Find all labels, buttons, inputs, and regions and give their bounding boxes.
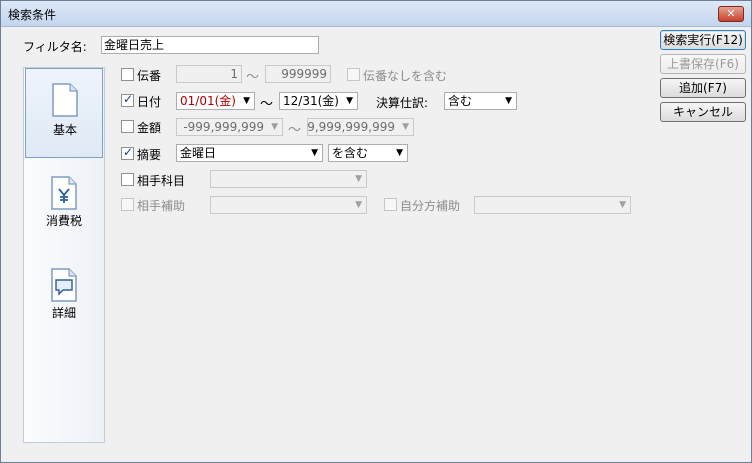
yen-page-icon [51, 176, 77, 210]
amount-checkbox[interactable] [121, 120, 134, 133]
filter-name-label: フィルタ名: [23, 40, 87, 54]
chevron-down-icon: ▼ [355, 200, 362, 210]
date-to-value: 12/31(金) [283, 94, 339, 108]
chevron-down-icon: ▼ [243, 96, 250, 106]
chevron-down-icon: ▼ [396, 148, 403, 158]
search-execute-button[interactable]: 検索実行(F12) [660, 30, 746, 50]
overwrite-save-button[interactable]: 上書保存(F6) [660, 54, 746, 74]
self-sub-dropdown[interactable]: ▼ [474, 196, 631, 214]
counter-sub-label: 相手補助 [137, 199, 186, 213]
counter-sub-checkbox[interactable] [121, 198, 134, 211]
denban-to-input[interactable]: 999999 [265, 65, 331, 83]
settlement-value: 含む [448, 94, 473, 108]
close-icon: ✕ [726, 7, 736, 20]
denban-label: 伝番 [137, 69, 162, 83]
nav-label-tax: 消費税 [45, 214, 82, 228]
amount-range-tilde: ～ [288, 123, 302, 138]
self-sub-label: 自分方補助 [400, 199, 461, 213]
search-conditions-dialog: 検索条件 ✕ フィルタ名: 金曜日売上 基本 消費税 詳細 伝番 1 ～ 999… [0, 0, 752, 463]
speech-bubble-page-icon [51, 268, 77, 302]
nav-label-basic: 基本 [52, 123, 77, 137]
amount-label: 金額 [137, 121, 162, 135]
denban-none-checkbox[interactable] [347, 68, 360, 81]
self-sub-checkbox[interactable] [384, 198, 397, 211]
check-icon: ✓ [123, 145, 134, 159]
chevron-down-icon: ▼ [346, 96, 353, 106]
denban-range-tilde: ～ [246, 70, 260, 85]
date-from-value: 01/01(金) [180, 94, 236, 108]
date-label: 日付 [137, 95, 162, 109]
nav-item-detail[interactable]: 詳細 [25, 258, 103, 348]
settlement-label: 決算仕訳: [376, 96, 429, 110]
counter-account-dropdown[interactable]: ▼ [210, 170, 367, 188]
denban-checkbox[interactable] [121, 68, 134, 81]
window-title: 検索条件 [8, 8, 57, 22]
nav-label-detail: 詳細 [51, 306, 76, 320]
category-nav: 基本 消費税 詳細 [23, 67, 105, 443]
add-button[interactable]: 追加(F7) [660, 78, 746, 98]
date-to-dropdown[interactable]: 12/31(金) ▼ [279, 92, 358, 110]
cancel-button[interactable]: キャンセル [660, 102, 746, 122]
amount-from-dropdown[interactable]: -999,999,999 ▼ [176, 118, 283, 136]
chevron-down-icon: ▼ [505, 96, 512, 106]
denban-from-input[interactable]: 1 [176, 65, 242, 83]
nav-item-basic[interactable]: 基本 [25, 68, 103, 158]
chevron-down-icon: ▼ [619, 200, 626, 210]
date-range-tilde: ～ [260, 97, 274, 112]
date-from-dropdown[interactable]: 01/01(金) ▼ [176, 92, 255, 110]
chevron-down-icon: ▼ [402, 122, 409, 132]
summary-dropdown[interactable]: 金曜日 ▼ [176, 144, 323, 162]
close-button[interactable]: ✕ [718, 6, 744, 22]
counter-account-label: 相手科目 [137, 174, 186, 188]
page-icon [52, 83, 78, 117]
summary-mode-dropdown[interactable]: を含む ▼ [328, 144, 408, 162]
amount-to-value: 9,999,999,999 [307, 120, 395, 134]
settlement-dropdown[interactable]: 含む ▼ [444, 92, 517, 110]
counter-sub-dropdown[interactable]: ▼ [210, 196, 367, 214]
summary-mode-value: を含む [332, 146, 369, 160]
counter-account-checkbox[interactable] [121, 173, 134, 186]
filter-name-input[interactable]: 金曜日売上 [101, 36, 319, 54]
chevron-down-icon: ▼ [311, 148, 318, 158]
denban-none-label: 伝番なしを含む [363, 69, 448, 83]
title-bar: 検索条件 ✕ [1, 1, 751, 27]
summary-value: 金曜日 [180, 146, 217, 160]
chevron-down-icon: ▼ [355, 174, 362, 184]
amount-to-dropdown[interactable]: 9,999,999,999 ▼ [307, 118, 414, 136]
summary-label: 摘要 [137, 148, 162, 162]
date-checkbox[interactable]: ✓ [121, 92, 134, 107]
chevron-down-icon: ▼ [271, 122, 278, 132]
nav-item-tax[interactable]: 消費税 [25, 168, 103, 258]
check-icon: ✓ [123, 92, 134, 106]
amount-from-value: -999,999,999 [183, 120, 264, 134]
summary-checkbox[interactable]: ✓ [121, 145, 134, 160]
